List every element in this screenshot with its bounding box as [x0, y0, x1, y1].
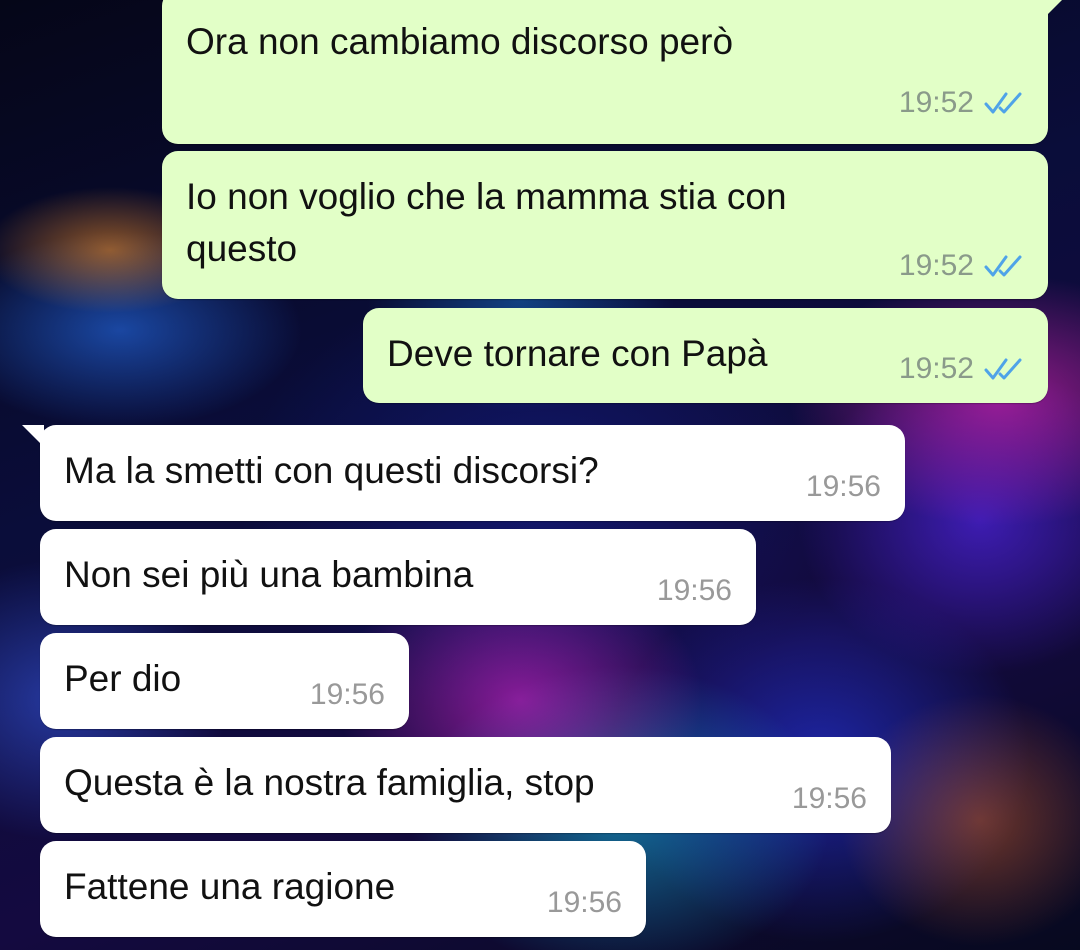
message-meta: 19:52: [899, 86, 1024, 120]
message-bubble-outgoing[interactable]: Ora non cambiamo discorso però 19:52: [162, 0, 1062, 144]
message-time: 19:52: [898, 352, 974, 385]
message-time: 19:52: [898, 86, 974, 119]
message-text: Ora non cambiamo discorso però: [186, 21, 734, 62]
message-time: 19:52: [898, 249, 974, 282]
message-text: Ma la smetti con questi discorsi?: [64, 450, 599, 491]
message-time: 19:56: [309, 678, 385, 711]
message-time: 19:56: [805, 470, 881, 503]
double-check-icon: [984, 255, 1022, 277]
message-meta: 19:52: [899, 352, 1024, 386]
bubble-tail: [22, 425, 44, 447]
message-text: Io non voglio che la mamma stia con ques…: [186, 176, 787, 269]
message-bubble-outgoing[interactable]: Io non voglio che la mamma stia con ques…: [162, 151, 1048, 299]
message-bubble-incoming[interactable]: Questa è la nostra famiglia, stop 19:56: [40, 737, 891, 833]
message-text: Fattene una ragione: [64, 866, 396, 907]
message-text: Non sei più una bambina: [64, 554, 474, 595]
message-time: 19:56: [656, 574, 732, 607]
message-text: Per dio: [64, 658, 182, 699]
message-time: 19:56: [546, 886, 622, 919]
message-bubble-outgoing[interactable]: Deve tornare con Papà 19:52: [363, 308, 1048, 403]
message-bubble-incoming[interactable]: Non sei più una bambina 19:56: [40, 529, 756, 625]
bubble-tail: [1040, 0, 1062, 22]
message-meta: 19:56: [806, 470, 881, 504]
message-meta: 19:56: [547, 886, 622, 920]
message-bubble-incoming[interactable]: Fattene una ragione 19:56: [40, 841, 646, 937]
message-meta: 19:56: [792, 782, 867, 816]
message-text: Questa è la nostra famiglia, stop: [64, 762, 595, 803]
message-meta: 19:52: [899, 249, 1024, 283]
message-time: 19:56: [791, 782, 867, 815]
double-check-icon: [984, 92, 1022, 114]
message-text: Deve tornare con Papà: [387, 333, 768, 374]
message-bubble-incoming[interactable]: Per dio 19:56: [40, 633, 409, 729]
message-meta: 19:56: [310, 678, 385, 712]
message-meta: 19:56: [657, 574, 732, 608]
double-check-icon: [984, 358, 1022, 380]
message-bubble-incoming[interactable]: Ma la smetti con questi discorsi? 19:56: [22, 425, 905, 521]
